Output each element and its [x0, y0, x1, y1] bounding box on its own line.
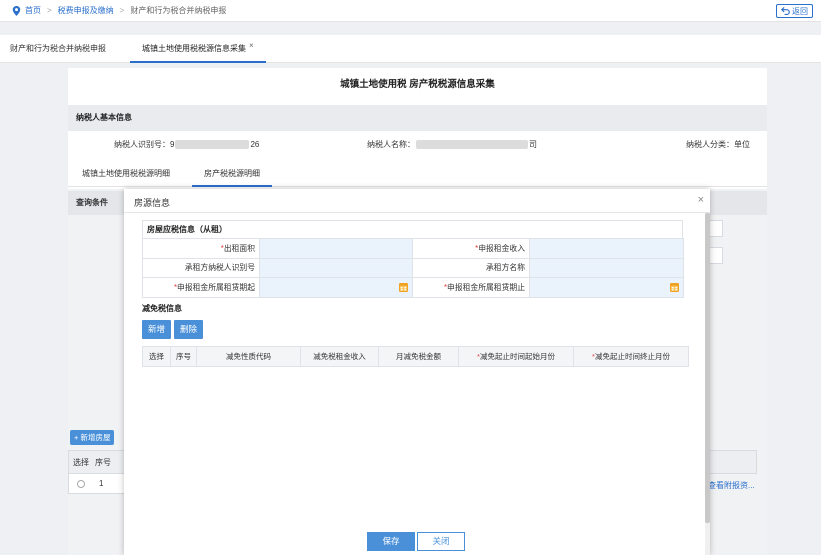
tab-bar: 财产和行为税合并纳税申报 城镇土地使用税税源信息采集 ×: [0, 35, 821, 63]
dialog-title: 房源信息: [134, 198, 171, 208]
query-field[interactable]: [709, 247, 723, 264]
breadcrumb-separator: >: [47, 6, 52, 15]
return-icon: [781, 7, 790, 15]
lease-period-end-label: *申报租金所属租赁期止: [412, 277, 530, 298]
lease-period-end-input[interactable]: [529, 277, 684, 298]
view-attachments-link[interactable]: 查看附报资...: [708, 480, 755, 491]
declared-rent-income-label: *申报租金收入: [412, 238, 530, 259]
rental-area-input[interactable]: [259, 238, 413, 259]
back-button[interactable]: 返回: [776, 4, 813, 18]
dialog-footer: 保存 关闭: [367, 532, 465, 551]
page-title: 城镇土地使用税 房产税税源信息采集: [340, 79, 495, 90]
breadcrumb: 首页 > 税费申报及缴纳 > 财产和行为税合并纳税申报: [12, 5, 226, 16]
lessee-name-label: 承租方名称: [412, 257, 530, 278]
table-row[interactable]: 1: [68, 474, 128, 494]
taxpayer-name-end: 司: [529, 140, 537, 149]
column-relief-code: 减免性质代码: [196, 346, 301, 367]
top-bar: 首页 > 税费申报及缴纳 > 财产和行为税合并纳税申报 返回: [0, 0, 821, 22]
tab-close-icon[interactable]: ×: [249, 41, 254, 50]
back-button-label: 返回: [792, 6, 808, 16]
dialog-header: 房源信息 ×: [124, 189, 710, 213]
taxpayer-type-value: 单位: [734, 140, 750, 149]
delete-button[interactable]: 删除: [174, 320, 204, 339]
location-pin-icon: [12, 5, 21, 16]
column-relief-end-month: *减免起止时间终止月份: [573, 346, 689, 367]
query-field[interactable]: [709, 220, 723, 237]
rent-tax-info-title: 房屋应税信息（从租）: [142, 220, 683, 238]
column-monthly-relief-amount: 月减免税金额: [378, 346, 459, 367]
column-relief-start-month: *减免起止时间起始月份: [458, 346, 574, 367]
taxpayer-info-row: 纳税人识别号： 9 26 纳税人名称： 司 纳税人分类： 单位: [68, 134, 767, 154]
taxpayer-id: 纳税人识别号： 9 26: [114, 139, 259, 150]
taxpayer-type-label: 纳税人分类：: [686, 140, 734, 149]
lessee-tax-id-input[interactable]: [259, 257, 413, 278]
redacted-block: [416, 140, 528, 149]
rent-tax-info-block: 房屋应税信息（从租） *出租面积 *申报租金收入 承租方纳税人识别号 承租方名称…: [142, 220, 684, 298]
relief-toolbar: 新增 删除: [142, 320, 204, 339]
house-table-header: 选择 序号: [68, 450, 128, 474]
rental-area-label: *出租面积: [142, 238, 260, 259]
add-house-button[interactable]: + 新增房屋: [70, 430, 115, 445]
lease-period-start-input[interactable]: [259, 277, 413, 298]
taxpayer-name: 纳税人名称： 司: [367, 139, 537, 150]
row-number: 1: [99, 479, 104, 488]
lease-period-start-label: *申报租金所属租赁期起: [142, 277, 260, 298]
close-icon[interactable]: ×: [698, 194, 704, 206]
breadcrumb-home[interactable]: 首页: [25, 5, 41, 16]
declared-rent-income-input[interactable]: [529, 238, 684, 259]
lessee-tax-id-label: 承租方纳税人识别号: [142, 257, 260, 278]
relief-table: 选择 序号 减免性质代码 减免税租金收入 月减免税金额 *减免起止时间起始月份 …: [142, 346, 689, 367]
taxpayer-name-label: 纳税人名称：: [367, 140, 415, 149]
breadcrumb-item-current: 财产和行为税合并纳税申报: [130, 6, 227, 15]
lessee-name-input[interactable]: [529, 257, 684, 278]
column-number: 序号: [170, 346, 197, 367]
calendar-icon[interactable]: [670, 282, 679, 292]
taxpayer-id-start: 9: [170, 140, 175, 149]
column-number: 序号: [95, 457, 111, 467]
add-button[interactable]: 新增: [142, 320, 172, 339]
close-button[interactable]: 关闭: [417, 532, 465, 551]
house-info-dialog: 房源信息 × 房屋应税信息（从租） *出租面积 *申报租金收入 承租方纳税人识别…: [124, 189, 710, 555]
taxpayer-id-end: 26: [250, 140, 260, 149]
rent-tax-info-form: *出租面积 *申报租金收入 承租方纳税人识别号 承租方名称 *申报租金所属租赁期…: [142, 238, 684, 298]
subtab-land-use-tax-detail[interactable]: 城镇土地使用税税源明细: [82, 160, 170, 187]
column-select: 选择: [142, 346, 171, 367]
section-taxpayer-basic-info: 纳税人基本信息: [68, 105, 767, 131]
tab-land-use-tax-source[interactable]: 城镇土地使用税税源信息采集 ×: [130, 35, 266, 63]
taxpayer-id-label: 纳税人识别号：: [114, 140, 170, 149]
row-radio[interactable]: [77, 479, 85, 488]
tab-combined-declaration[interactable]: 财产和行为税合并纳税申报: [10, 35, 106, 63]
calendar-icon[interactable]: [399, 282, 408, 292]
save-button[interactable]: 保存: [367, 532, 415, 551]
relief-table-header: 选择 序号 减免性质代码 减免税租金收入 月减免税金额 *减免起止时间起始月份 …: [142, 346, 689, 367]
redacted-block: [175, 140, 250, 149]
subtab-bar: 城镇土地使用税税源明细 房产税税源明细: [68, 160, 767, 187]
tab-label: 城镇土地使用税税源信息采集: [142, 44, 246, 53]
house-table-header-right: [706, 450, 757, 474]
column-relief-rent-income: 减免税租金收入: [300, 346, 379, 367]
taxpayer-type: 纳税人分类： 单位: [686, 139, 750, 150]
scrollbar-thumb[interactable]: [705, 213, 710, 523]
subtab-property-tax-detail[interactable]: 房产税税源明细: [192, 160, 272, 187]
breadcrumb-item-tax-filing[interactable]: 税费申报及缴纳: [58, 5, 114, 16]
breadcrumb-separator: >: [119, 6, 125, 15]
column-select: 选择: [73, 457, 89, 467]
relief-info-title: 减免税信息: [142, 304, 182, 313]
